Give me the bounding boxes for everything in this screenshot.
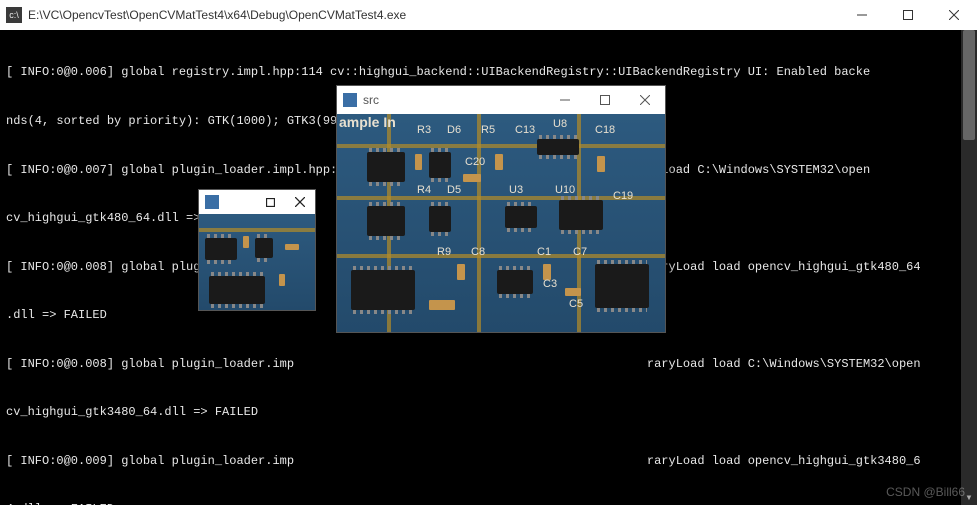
console-title: E:\VC\OpencvTest\OpenCVMatTest4\x64\Debu…	[28, 8, 839, 22]
window-icon	[205, 195, 219, 209]
silk-label: R4	[417, 184, 431, 196]
close-button[interactable]	[931, 0, 977, 30]
silk-label: C3	[543, 278, 557, 290]
silk-label: C18	[595, 124, 615, 136]
minimize-button[interactable]	[545, 86, 585, 114]
silk-label: ample In	[339, 114, 396, 130]
src-window-title: src	[363, 93, 545, 107]
minimize-button[interactable]	[839, 0, 885, 30]
log-line: [ INFO:0@0.006] global registry.impl.hpp…	[6, 64, 971, 80]
scrollbar-thumb[interactable]	[963, 30, 975, 140]
src-window[interactable]: src	[336, 85, 666, 333]
silk-label: U8	[553, 118, 567, 130]
silk-label: C19	[613, 190, 633, 202]
window-controls	[839, 0, 977, 30]
silk-label: R9	[437, 246, 451, 258]
app-icon: c:\	[6, 7, 22, 23]
maximize-button[interactable]	[255, 190, 285, 214]
silk-label: R3	[417, 124, 431, 136]
silk-label: C5	[569, 298, 583, 310]
silk-label: C1	[537, 246, 551, 258]
log-line: cv_highgui_gtk3480_64.dll => FAILED	[6, 404, 971, 420]
log-line: [ INFO:0@0.009] global plugin_loader.imp…	[6, 453, 971, 469]
close-button[interactable]	[625, 86, 665, 114]
silk-label: D6	[447, 124, 461, 136]
roi-window-controls	[255, 190, 315, 214]
console-titlebar[interactable]: c:\ E:\VC\OpencvTest\OpenCVMatTest4\x64\…	[0, 0, 977, 30]
silk-label: C13	[515, 124, 535, 136]
roi-titlebar[interactable]	[199, 190, 315, 214]
roi-window[interactable]	[198, 189, 316, 311]
log-line: 4.dll => FAILED	[6, 501, 971, 505]
window-icon	[343, 93, 357, 107]
log-line: [ INFO:0@0.008] global plugin_loader.imp…	[6, 356, 971, 372]
src-window-controls	[545, 86, 665, 114]
maximize-button[interactable]	[885, 0, 931, 30]
silk-label: C8	[471, 246, 485, 258]
silk-label: D5	[447, 184, 461, 196]
silk-label: U3	[509, 184, 523, 196]
silk-label: C7	[573, 246, 587, 258]
close-button[interactable]	[285, 190, 315, 214]
silk-label: U10	[555, 184, 575, 196]
silk-label: C20	[465, 156, 485, 168]
silk-label: R5	[481, 124, 495, 136]
src-titlebar[interactable]: src	[337, 86, 665, 114]
roi-image	[199, 214, 315, 310]
maximize-button[interactable]	[585, 86, 625, 114]
scrollbar[interactable]: ▴ ▾	[961, 30, 977, 505]
src-image: ample In R3 D6 R5 C13 U8 C18 C20 R4 D5 U…	[337, 114, 665, 332]
watermark: CSDN @Bill66	[886, 485, 965, 499]
